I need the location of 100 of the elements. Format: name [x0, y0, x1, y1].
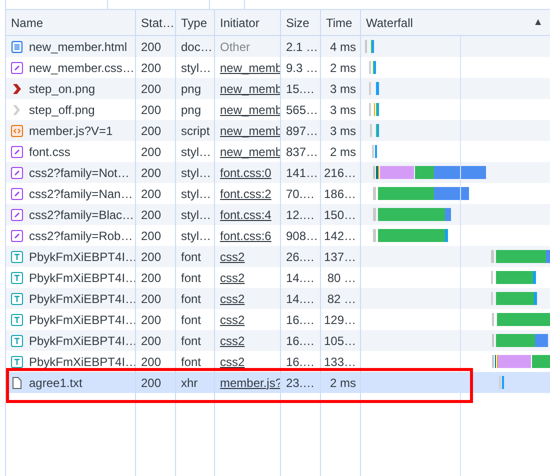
- request-type: png: [181, 102, 202, 118]
- script-icon: [11, 124, 23, 136]
- size-value: 16.…: [286, 332, 315, 350]
- status-code: 200: [141, 60, 162, 76]
- size-value: 16.…: [286, 354, 315, 370]
- request-name: PbykFmXiEBPT4I…: [29, 290, 136, 308]
- status-code: 200: [141, 332, 162, 350]
- request-name: css2?family=Rob…: [29, 228, 133, 244]
- size-value: 908…: [286, 228, 318, 244]
- size-value: 16.…: [286, 312, 315, 328]
- size-value: 14.…: [286, 270, 315, 286]
- sort-indicator[interactable]: ▲: [533, 15, 543, 30]
- time-value: 3 ms: [330, 122, 356, 140]
- initiator-link[interactable]: font.css:4: [220, 206, 272, 224]
- timing-bar: [373, 187, 376, 200]
- request-row[interactable]: PbykFmXiEBPT4I… 200 font css2 26.… 137…: [6, 246, 550, 267]
- request-row[interactable]: new_member.html 200 doc… Other 2.1 … 4 ms: [6, 36, 550, 57]
- request-name: new_member.css…: [29, 60, 134, 76]
- status-code: 200: [141, 38, 162, 56]
- column-header[interactable]: Type: [181, 14, 208, 32]
- initiator-link[interactable]: font.css:2: [220, 184, 272, 202]
- request-name: step_on.png: [29, 80, 96, 98]
- request-type: styl…: [181, 206, 211, 224]
- initiator-link[interactable]: css2: [220, 290, 245, 308]
- timing-bar: [376, 82, 379, 95]
- status-code: 200: [141, 354, 162, 370]
- font-icon: [11, 334, 23, 346]
- time-value: 133…: [324, 354, 356, 370]
- request-type: styl…: [181, 60, 211, 76]
- stylesheet-icon: [11, 230, 23, 242]
- column-header[interactable]: Name: [11, 14, 44, 32]
- time-value: 82 …: [327, 290, 356, 308]
- status-code: 200: [141, 228, 162, 244]
- request-type: doc…: [181, 38, 212, 56]
- timing-bar: [373, 208, 376, 221]
- column-header[interactable]: Time: [326, 14, 352, 32]
- initiator-link[interactable]: font.css:6: [220, 226, 272, 244]
- font-icon: [11, 292, 23, 304]
- font-icon: [11, 356, 23, 368]
- time-value: 80 …: [327, 270, 356, 286]
- size-value: 565…: [286, 102, 318, 118]
- request-type: styl…: [181, 186, 211, 202]
- request-row[interactable]: PbykFmXiEBPT4I… 200 font css2 14.… 82 …: [6, 288, 550, 309]
- time-value: 2 ms: [330, 60, 356, 76]
- request-type: font: [181, 354, 202, 370]
- time-value: 186…: [324, 186, 356, 202]
- size-value: 70.…: [286, 186, 315, 202]
- chevron-icon: [11, 82, 23, 94]
- timing-bar: [497, 313, 550, 326]
- initiator-text: Other: [220, 38, 250, 56]
- time-value: 150…: [324, 206, 356, 224]
- request-type: font: [181, 248, 202, 266]
- size-value: 26.…: [286, 248, 315, 266]
- request-row[interactable]: css2?family=Blac… 200 styl… font.css:4 12.… 150…: [6, 204, 550, 225]
- font-icon: [11, 272, 23, 284]
- request-type: script: [181, 122, 210, 140]
- status-code: 200: [141, 144, 162, 160]
- size-value: 9.3 …: [286, 60, 318, 76]
- initiator-link[interactable]: css2: [220, 310, 245, 328]
- status-code: 200: [141, 270, 162, 286]
- status-code: 200: [141, 290, 162, 308]
- column-header[interactable]: Size: [286, 14, 310, 32]
- request-name: css2?family=Not…: [29, 164, 130, 182]
- request-row[interactable]: css2?family=Not… 200 styl… font.css:0 141… 216…: [6, 162, 550, 183]
- column-header[interactable]: Stat…: [141, 14, 174, 32]
- initiator-link[interactable]: css2: [220, 268, 245, 286]
- column-header[interactable]: Initiator: [220, 14, 260, 32]
- initiator-link[interactable]: css2: [220, 248, 245, 266]
- size-value: 15.…: [286, 80, 315, 98]
- chevron-icon: [11, 104, 23, 116]
- timing-bar: [373, 229, 376, 242]
- request-type: font: [181, 332, 202, 350]
- initiator-link[interactable]: font.css:0: [220, 164, 272, 182]
- time-value: 2 ms: [330, 374, 356, 392]
- status-code: 200: [141, 186, 162, 202]
- size-value: 141…: [286, 164, 318, 182]
- request-row[interactable]: PbykFmXiEBPT4I… 200 font css2 16.… 105…: [6, 330, 550, 351]
- initiator-link[interactable]: css2: [220, 332, 245, 350]
- request-name: PbykFmXiEBPT4I…: [29, 312, 136, 328]
- status-code: 200: [141, 122, 162, 140]
- request-name: css2?family=Nan…: [29, 186, 133, 202]
- status-code: 200: [141, 374, 162, 392]
- time-value: 3 ms: [330, 102, 356, 118]
- size-value: 2.1 …: [286, 38, 318, 56]
- time-value: 216…: [324, 164, 356, 182]
- request-type: font: [181, 312, 202, 328]
- size-value: 23.…: [286, 374, 315, 392]
- font-icon: [11, 250, 23, 262]
- file-icon: [11, 376, 23, 388]
- time-value: 4 ms: [330, 38, 356, 56]
- size-value: 14.…: [286, 290, 315, 308]
- initiator-link[interactable]: css2: [220, 352, 245, 370]
- status-code: 200: [141, 102, 162, 118]
- size-value: 12.…: [286, 206, 315, 224]
- request-name: PbykFmXiEBPT4I…: [29, 270, 136, 286]
- request-type: xhr: [181, 374, 198, 392]
- column-header[interactable]: Waterfall: [366, 14, 413, 32]
- request-name: PbykFmXiEBPT4I…: [29, 248, 136, 266]
- stylesheet-icon: [11, 188, 23, 200]
- stylesheet-icon: [11, 146, 23, 158]
